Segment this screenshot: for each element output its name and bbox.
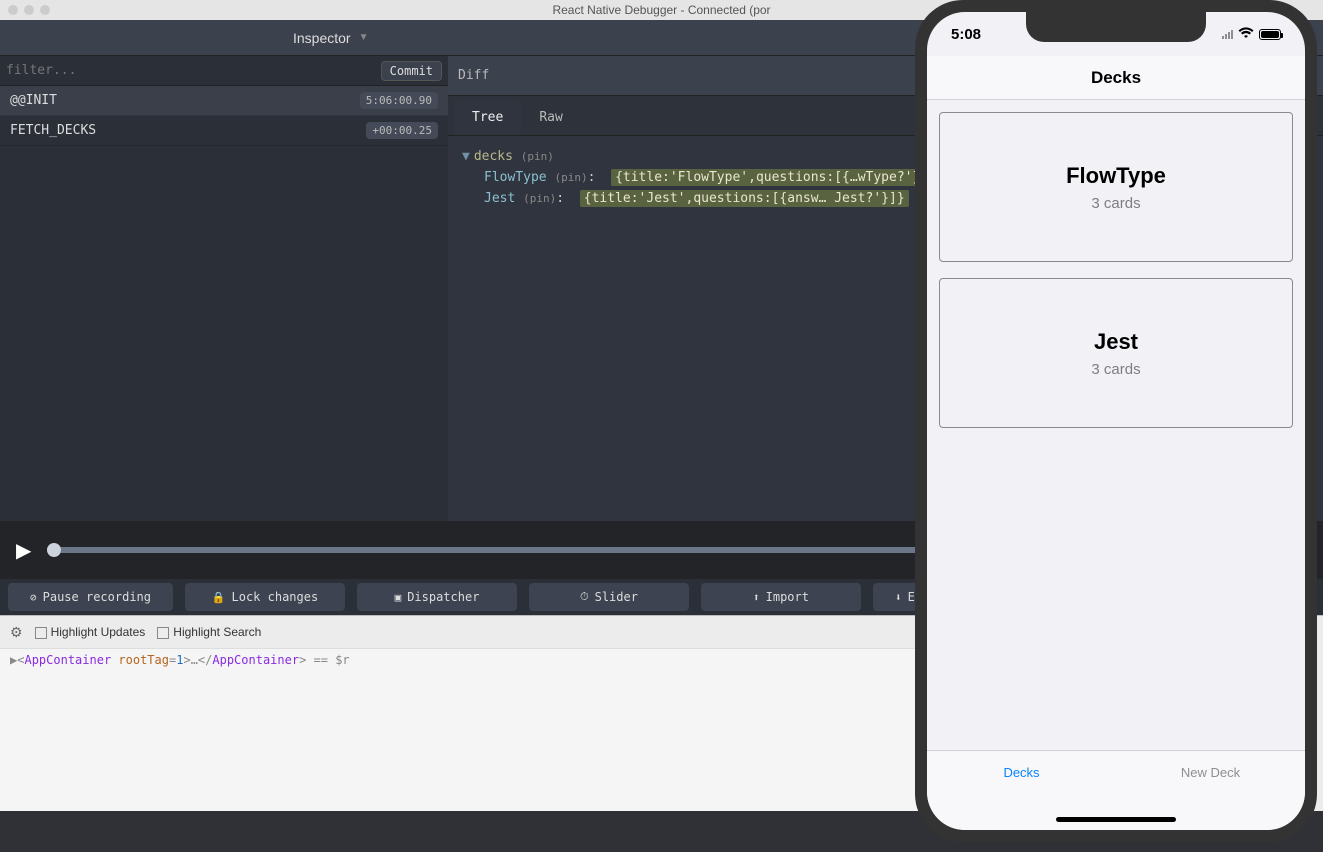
lock-label: Lock changes: [232, 590, 319, 604]
tab-inspector[interactable]: Inspector ▼: [0, 20, 662, 55]
nav-header: Decks: [927, 56, 1305, 100]
checkbox-icon: [35, 627, 47, 639]
highlight-updates-label: Highlight Updates: [51, 625, 146, 639]
status-time: 5:08: [951, 26, 981, 43]
filter-input[interactable]: [6, 63, 381, 78]
tree-root-key: decks: [474, 149, 513, 164]
action-time: 5:06:00.90: [360, 92, 438, 109]
dispatcher-icon: ▣: [395, 591, 402, 604]
nav-title: Decks: [1091, 68, 1141, 88]
filter-row: Commit: [0, 56, 448, 86]
play-icon[interactable]: ▶: [16, 538, 31, 563]
deck-list: FlowType 3 cards Jest 3 cards: [927, 100, 1305, 440]
signal-icon: [1222, 29, 1233, 39]
commit-button[interactable]: Commit: [381, 61, 442, 81]
tree-gt: >: [183, 653, 190, 667]
phone-screen: 5:08 Decks FlowType 3 cards Jest 3 cards: [927, 12, 1305, 830]
dispatcher-label: Dispatcher: [407, 590, 479, 604]
slider-icon: ⏱: [580, 590, 589, 604]
diff-label: Diff: [458, 68, 489, 83]
highlight-search-label: Highlight Search: [173, 625, 261, 639]
checkbox-icon: [157, 627, 169, 639]
highlight-search-checkbox[interactable]: Highlight Search: [157, 625, 261, 639]
action-list: @@INIT 5:06:00.90 FETCH_DECKS +00:00.25: [0, 86, 448, 521]
tree-ellipsis: …: [191, 653, 198, 667]
deck-subtitle: 3 cards: [1091, 195, 1140, 212]
tab-bar: Decks New Deck: [927, 750, 1305, 830]
tree-key: Jest: [484, 191, 515, 206]
tree-attr: rootTag: [118, 653, 169, 667]
tree-dollar: == $r: [306, 653, 349, 667]
tab-inspector-label: Inspector: [293, 30, 351, 46]
phone-notch: [1026, 12, 1206, 42]
action-panel: Commit @@INIT 5:06:00.90 FETCH_DECKS +00…: [0, 56, 448, 521]
close-window-dot[interactable]: [8, 5, 18, 15]
action-time: +00:00.25: [366, 122, 438, 139]
timeline-knob[interactable]: [47, 543, 61, 557]
disclosure-triangle-icon[interactable]: ▼: [462, 149, 470, 164]
window-title: React Native Debugger - Connected (por: [552, 3, 770, 17]
deck-subtitle: 3 cards: [1091, 361, 1140, 378]
dispatcher-button[interactable]: ▣ Dispatcher: [357, 583, 517, 611]
action-item[interactable]: FETCH_DECKS +00:00.25: [0, 116, 448, 146]
tree-component-close: AppContainer: [212, 653, 299, 667]
traffic-lights: [8, 5, 50, 15]
highlight-updates-checkbox[interactable]: Highlight Updates: [35, 625, 146, 639]
deck-card[interactable]: FlowType 3 cards: [939, 112, 1293, 262]
chevron-down-icon: ▼: [359, 32, 369, 43]
phone-simulator: 5:08 Decks FlowType 3 cards Jest 3 cards: [915, 0, 1317, 842]
deck-title: Jest: [1094, 329, 1138, 355]
import-label: Import: [766, 590, 809, 604]
pause-label: Pause recording: [43, 590, 151, 604]
import-button[interactable]: ⬆ Import: [701, 583, 861, 611]
tree-value: {title:'FlowType',questions:[{…wType?'}]…: [611, 169, 940, 186]
deck-title: FlowType: [1066, 163, 1166, 189]
minimize-window-dot[interactable]: [24, 5, 34, 15]
zoom-window-dot[interactable]: [40, 5, 50, 15]
home-indicator[interactable]: [1056, 817, 1176, 822]
diff-tab-raw[interactable]: Raw: [521, 100, 580, 135]
upload-icon: ⬆: [753, 591, 760, 604]
gear-icon[interactable]: ⚙: [10, 624, 23, 641]
action-name: FETCH_DECKS: [10, 123, 96, 138]
tree-close: </: [198, 653, 212, 667]
download-icon: ⬇: [895, 591, 902, 604]
status-icons: [1222, 26, 1281, 42]
action-name: @@INIT: [10, 93, 57, 108]
slider-label: Slider: [595, 590, 638, 604]
pause-recording-button[interactable]: ⊘ Pause recording: [8, 583, 173, 611]
pin-label: (pin): [523, 192, 556, 205]
pin-label: (pin): [521, 150, 554, 163]
diff-tab-tree[interactable]: Tree: [454, 100, 521, 135]
tree-component: AppContainer: [24, 653, 111, 667]
tree-key: FlowType: [484, 170, 547, 185]
battery-icon: [1259, 29, 1281, 40]
deck-card[interactable]: Jest 3 cards: [939, 278, 1293, 428]
lock-icon: 🔒: [212, 591, 226, 604]
pin-label: (pin): [554, 171, 587, 184]
record-icon: ⊘: [30, 591, 37, 604]
slider-button[interactable]: ⏱ Slider: [529, 583, 689, 611]
tree-value: {title:'Jest',questions:[{answ… Jest?'}]…: [580, 190, 909, 207]
wifi-icon: [1238, 26, 1254, 42]
lock-changes-button[interactable]: 🔒 Lock changes: [185, 583, 345, 611]
action-item[interactable]: @@INIT 5:06:00.90: [0, 86, 448, 116]
